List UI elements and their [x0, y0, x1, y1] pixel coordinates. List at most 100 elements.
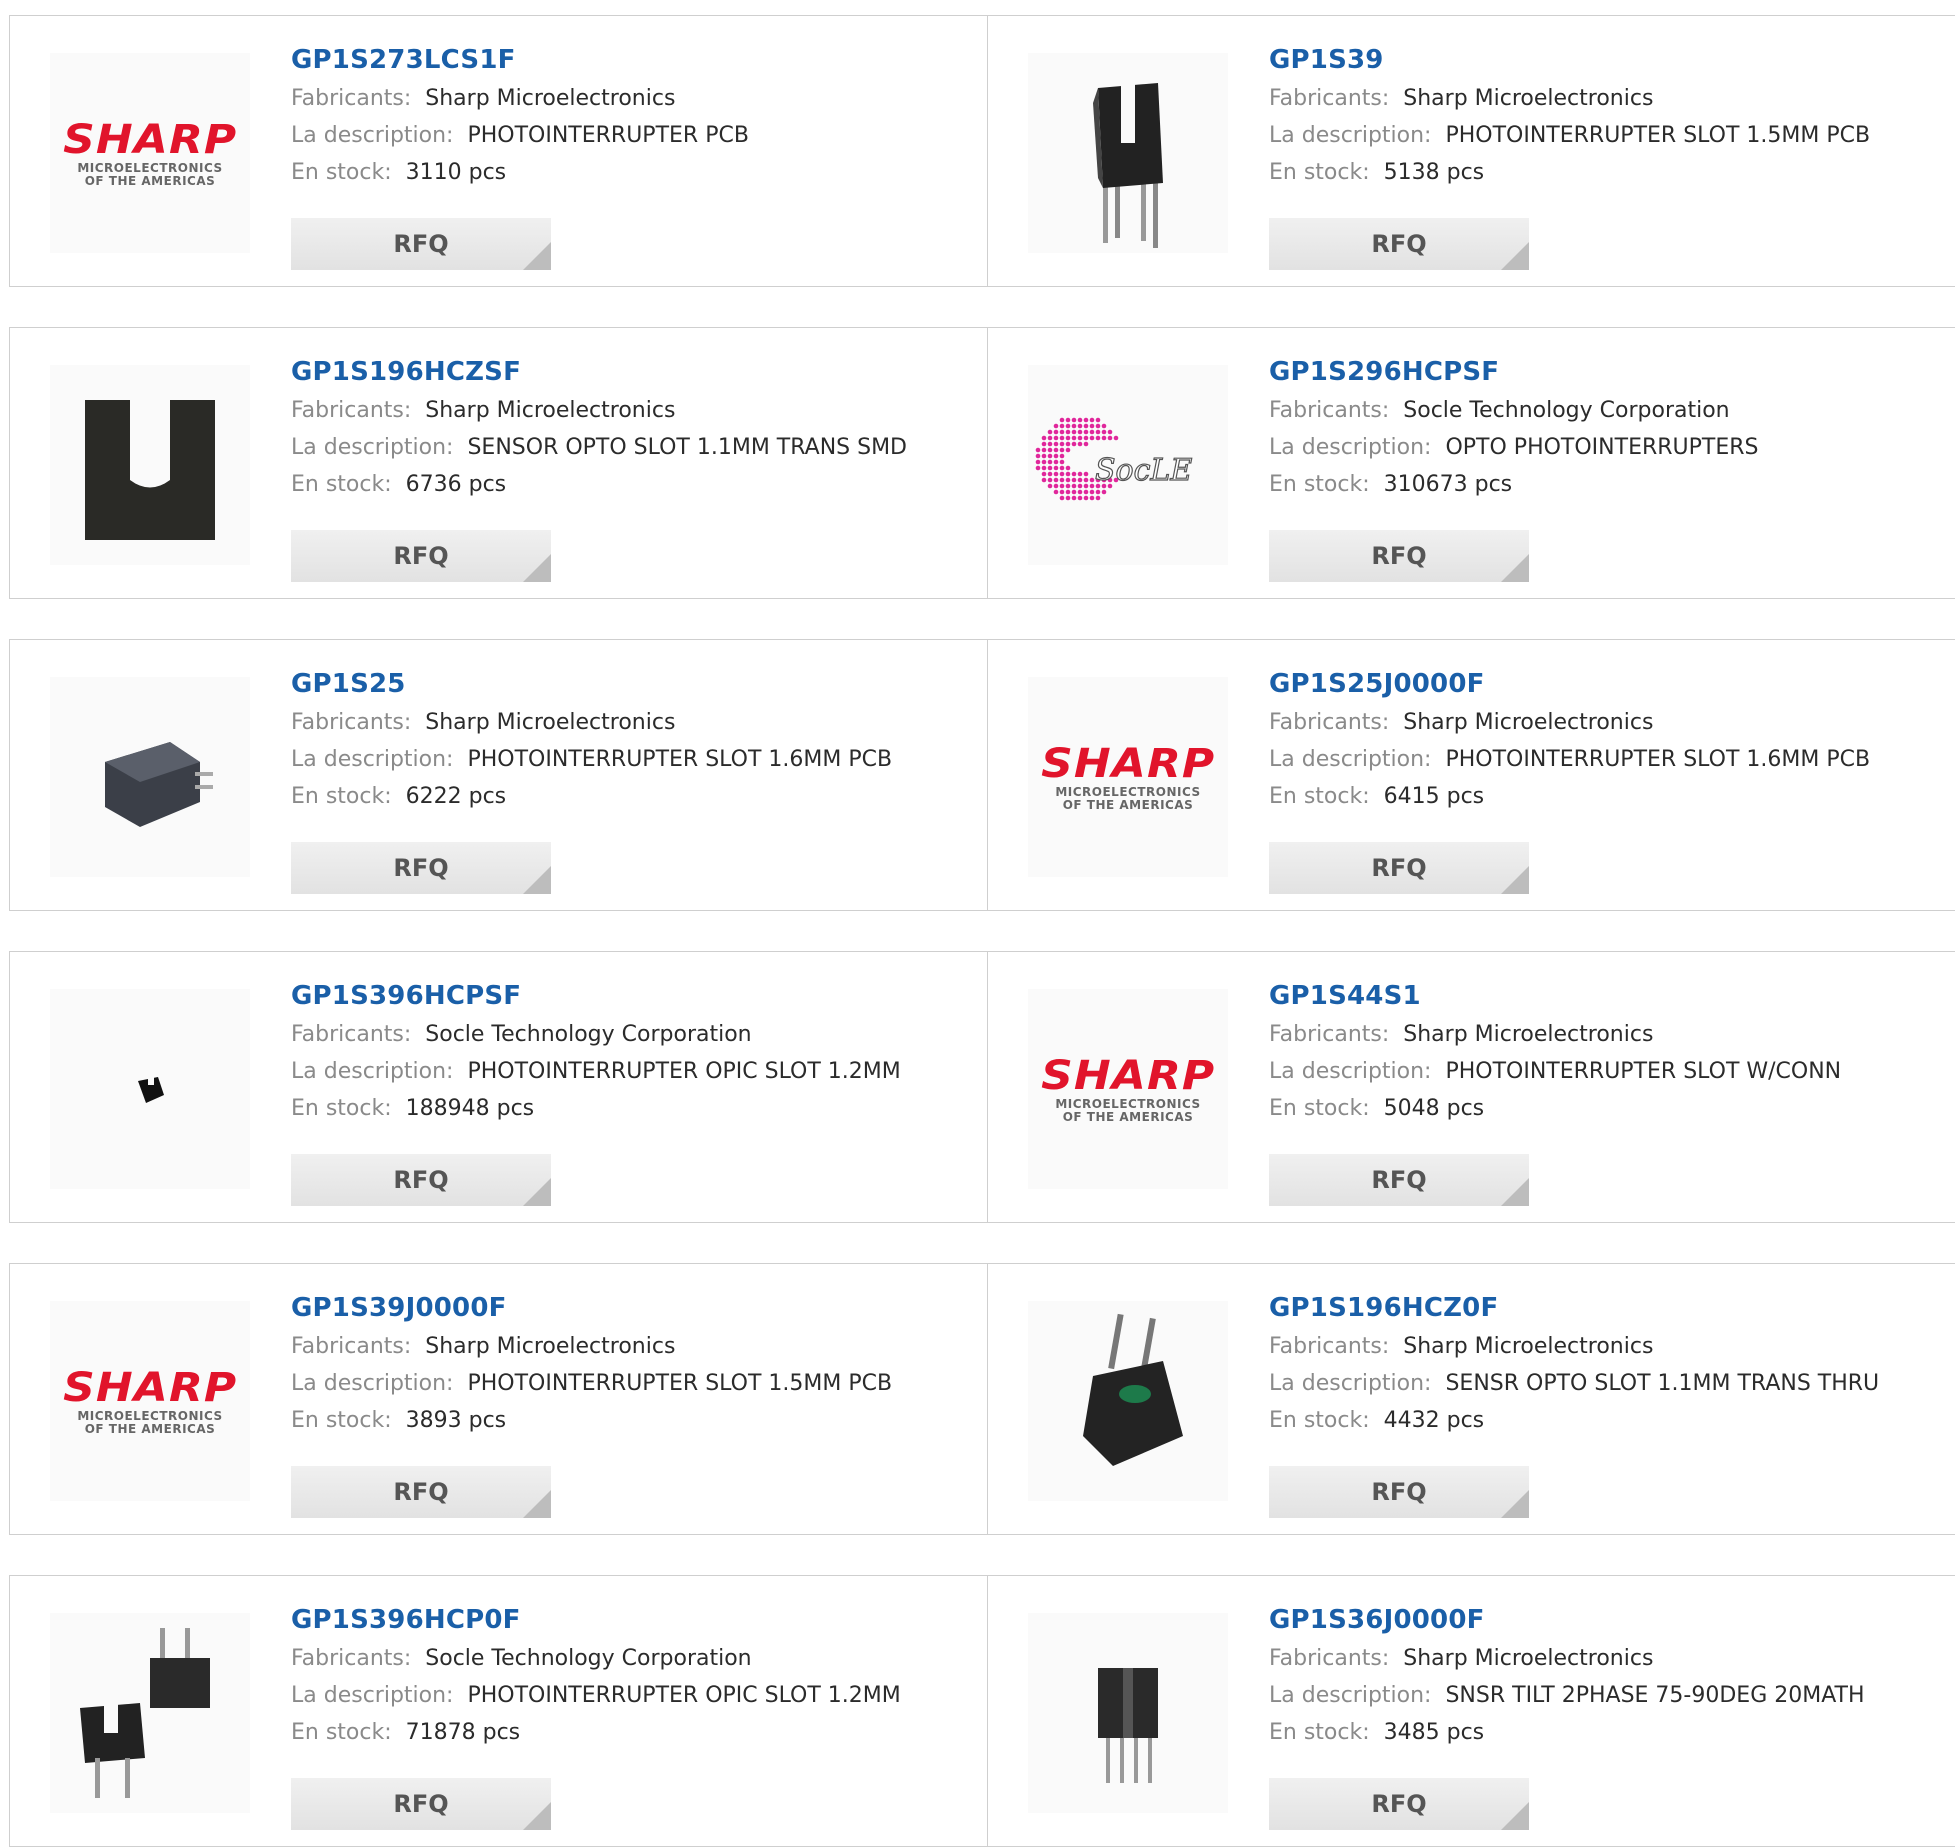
part-number-link[interactable]: GP1S196HCZSF	[291, 352, 907, 392]
product-card: GP1S396HCPSF Fabricants: Socle Technology…	[10, 952, 987, 1222]
product-card: GP1S36J0000F Fabricants: Sharp Microelect…	[987, 1576, 1955, 1846]
rfq-button[interactable]: RFQ	[291, 842, 551, 894]
description-line: La description: PHOTOINTERRUPTER SLOT 1.5…	[1269, 117, 1870, 154]
manufacturer-value: Sharp Microelectronics	[1403, 1334, 1654, 1359]
product-card: GP1S196HCZ0F Fabricants: Sharp Microelect…	[987, 1264, 1955, 1534]
manufacturer-label: Fabricants:	[291, 1334, 412, 1359]
description-value: PHOTOINTERRUPTER SLOT 1.6MM PCB	[1445, 747, 1871, 772]
product-info: GP1S25 Fabricants: Sharp Microelectronics…	[291, 664, 892, 815]
product-card: GP1S39 Fabricants: Sharp Microelectronics…	[987, 16, 1955, 286]
part-number-link[interactable]: GP1S25	[291, 664, 892, 704]
sharp-logo-subtext: OF THE AMERICAS	[84, 174, 216, 188]
stock-label: En stock:	[291, 1720, 392, 1745]
part-number-link[interactable]: GP1S36J0000F	[1269, 1600, 1865, 1640]
manufacturer-line: Fabricants: Sharp Microelectronics	[1269, 1328, 1879, 1365]
rfq-label: RFQ	[1371, 542, 1427, 570]
manufacturer-value: Sharp Microelectronics	[1403, 1646, 1654, 1671]
rfq-button[interactable]: RFQ	[291, 218, 551, 270]
stock-label: En stock:	[291, 472, 392, 497]
sharp-logo-subtext: OF THE AMERICAS	[84, 1422, 216, 1436]
sharp-logo-text: SHARP	[1040, 741, 1216, 787]
manufacturer-label: Fabricants:	[291, 86, 412, 111]
product-row: SHARP MICROELECTRONICS OF THE AMERICAS G…	[9, 1263, 1955, 1535]
part-number-link[interactable]: GP1S296HCPSF	[1269, 352, 1759, 392]
description-label: La description:	[291, 747, 454, 772]
stock-label: En stock:	[291, 784, 392, 809]
part-number-link[interactable]: GP1S39	[1269, 40, 1870, 80]
product-card: SocLE GP1S296HCPSF Fabricants: Socle Tech…	[987, 328, 1955, 598]
slot-sensor-pins-image[interactable]	[1028, 53, 1228, 253]
description-value: PHOTOINTERRUPTER PCB	[467, 123, 749, 148]
rfq-button[interactable]: RFQ	[1269, 1154, 1529, 1206]
part-number-link[interactable]: GP1S25J0000F	[1269, 664, 1870, 704]
stock-value: 71878 pcs	[405, 1720, 521, 1745]
stock-value: 5138 pcs	[1383, 160, 1485, 185]
manufacturer-value: Socle Technology Corporation	[1403, 398, 1730, 423]
manufacturer-line: Fabricants: Socle Technology Corporation	[291, 1640, 901, 1677]
rfq-button[interactable]: RFQ	[291, 1154, 551, 1206]
rfq-button[interactable]: RFQ	[1269, 1466, 1529, 1518]
stock-label: En stock:	[291, 160, 392, 185]
rfq-button[interactable]: RFQ	[1269, 530, 1529, 582]
manufacturer-line: Fabricants: Sharp Microelectronics	[1269, 1640, 1865, 1677]
stock-line: En stock: 3893 pcs	[291, 1402, 892, 1439]
description-label: La description:	[1269, 747, 1432, 772]
product-info: GP1S39J0000F Fabricants: Sharp Microelect…	[291, 1288, 892, 1439]
rfq-button[interactable]: RFQ	[1269, 842, 1529, 894]
part-number-link[interactable]: GP1S396HCPSF	[291, 976, 901, 1016]
manufacturer-line: Fabricants: Sharp Microelectronics	[291, 80, 749, 117]
sharp-logo[interactable]: SHARP MICROELECTRONICS OF THE AMERICAS	[50, 1301, 250, 1501]
description-label: La description:	[291, 1371, 454, 1396]
manufacturer-value: Sharp Microelectronics	[1403, 86, 1654, 111]
u-shape-sensor-image[interactable]	[50, 365, 250, 565]
rfq-button[interactable]: RFQ	[291, 1778, 551, 1830]
part-number-link[interactable]: GP1S273LCS1F	[291, 40, 749, 80]
corner-triangle-icon	[1501, 242, 1529, 270]
sharp-logo[interactable]: SHARP MICROELECTRONICS OF THE AMERICAS	[1028, 989, 1228, 1189]
part-number-link[interactable]: GP1S39J0000F	[291, 1288, 892, 1328]
description-label: La description:	[291, 1059, 454, 1084]
part-number-link[interactable]: GP1S44S1	[1269, 976, 1841, 1016]
rfq-button[interactable]: RFQ	[291, 530, 551, 582]
product-info: GP1S36J0000F Fabricants: Sharp Microelect…	[1269, 1600, 1865, 1751]
tiny-sensor-image[interactable]	[50, 989, 250, 1189]
two-sensors-image[interactable]	[50, 1613, 250, 1813]
description-value: PHOTOINTERRUPTER OPIC SLOT 1.2MM	[467, 1059, 901, 1084]
product-info: GP1S273LCS1F Fabricants: Sharp Microelect…	[291, 40, 749, 191]
rfq-button[interactable]: RFQ	[1269, 218, 1529, 270]
stock-value: 6222 pcs	[405, 784, 507, 809]
product-card: SHARP MICROELECTRONICS OF THE AMERICAS G…	[10, 1264, 987, 1534]
small-sensor-block-image[interactable]	[50, 677, 250, 877]
manufacturer-label: Fabricants:	[291, 710, 412, 735]
part-number-link[interactable]: GP1S396HCP0F	[291, 1600, 901, 1640]
description-value: PHOTOINTERRUPTER SLOT 1.5MM PCB	[467, 1371, 893, 1396]
product-row: GP1S25 Fabricants: Sharp Microelectronics…	[9, 639, 1955, 911]
description-label: La description:	[1269, 435, 1432, 460]
manufacturer-line: Fabricants: Sharp Microelectronics	[291, 704, 892, 741]
description-label: La description:	[291, 123, 454, 148]
manufacturer-label: Fabricants:	[1269, 398, 1390, 423]
stock-value: 310673 pcs	[1383, 472, 1513, 497]
socle-logo[interactable]: SocLE	[1028, 365, 1228, 565]
product-info: GP1S396HCP0F Fabricants: Socle Technology…	[291, 1600, 901, 1751]
corner-triangle-icon	[523, 866, 551, 894]
cube-sensor-pins-image[interactable]	[1028, 1613, 1228, 1813]
part-number-link[interactable]: GP1S196HCZ0F	[1269, 1288, 1879, 1328]
rfq-label: RFQ	[1371, 854, 1427, 882]
green-window-sensor-image[interactable]	[1028, 1301, 1228, 1501]
sharp-logo[interactable]: SHARP MICROELECTRONICS OF THE AMERICAS	[50, 53, 250, 253]
description-line: La description: PHOTOINTERRUPTER SLOT W/C…	[1269, 1053, 1841, 1090]
stock-value: 188948 pcs	[405, 1096, 535, 1121]
description-label: La description:	[291, 435, 454, 460]
rfq-button[interactable]: RFQ	[1269, 1778, 1529, 1830]
stock-line: En stock: 310673 pcs	[1269, 466, 1759, 503]
stock-label: En stock:	[1269, 1096, 1370, 1121]
sharp-logo[interactable]: SHARP MICROELECTRONICS OF THE AMERICAS	[1028, 677, 1228, 877]
rfq-button[interactable]: RFQ	[291, 1466, 551, 1518]
manufacturer-line: Fabricants: Sharp Microelectronics	[291, 392, 907, 429]
description-line: La description: SNSR TILT 2PHASE 75-90DEG…	[1269, 1677, 1865, 1714]
description-value: PHOTOINTERRUPTER SLOT 1.5MM PCB	[1445, 123, 1871, 148]
stock-label: En stock:	[291, 1096, 392, 1121]
sharp-logo-subtext: OF THE AMERICAS	[1062, 1110, 1194, 1124]
description-label: La description:	[1269, 1683, 1432, 1708]
